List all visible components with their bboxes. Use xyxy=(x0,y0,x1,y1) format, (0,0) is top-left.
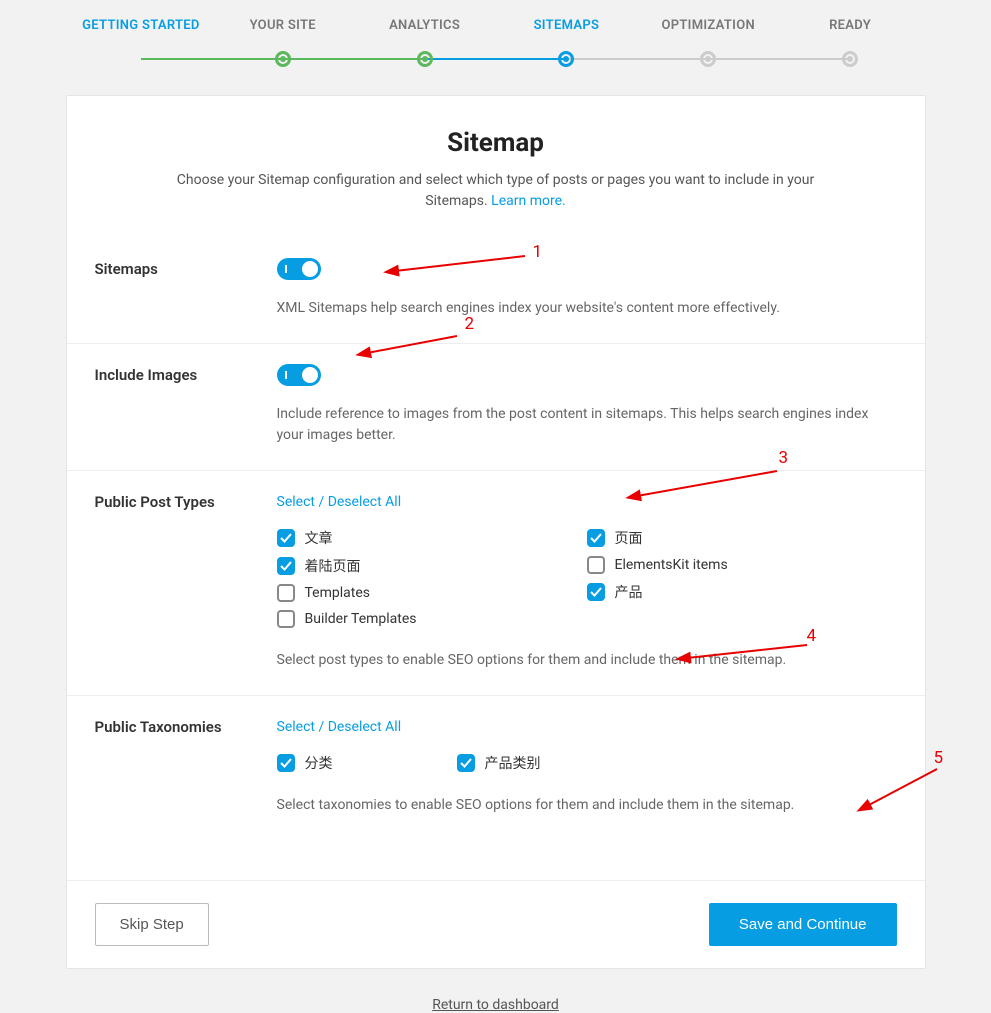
checkbox[interactable] xyxy=(277,754,295,772)
wizard-card: Sitemap Choose your Sitemap configuratio… xyxy=(66,95,926,969)
cb-row: 着陆页面 xyxy=(277,556,587,576)
learn-more-link[interactable]: Learn more. xyxy=(491,193,566,209)
wizard-stepper: GETTING STARTED YOUR SITE ANALYTICS SITE… xyxy=(0,0,991,67)
cb-row: Templates xyxy=(277,584,587,602)
section-post-types: Public Post Types Select / Deselect All … xyxy=(67,470,925,695)
post-types-select-all[interactable]: Select / Deselect All xyxy=(277,494,402,510)
checkbox[interactable] xyxy=(277,557,295,575)
section-sitemaps: Sitemaps XML Sitemaps help search engine… xyxy=(67,238,925,343)
cb-row: 页面 xyxy=(587,528,897,548)
checkbox[interactable] xyxy=(277,529,295,547)
save-continue-button[interactable]: Save and Continue xyxy=(709,903,897,946)
post-types-col2: 页面 ElementsKit items 产品 xyxy=(587,520,897,636)
return-dashboard-link[interactable]: Return to dashboard xyxy=(0,997,991,1013)
section-include-images: Include Images Include reference to imag… xyxy=(67,343,925,470)
cb-row: Builder Templates xyxy=(277,610,587,628)
page-title: Sitemap xyxy=(67,128,925,158)
checkbox[interactable] xyxy=(457,754,475,772)
include-images-toggle[interactable] xyxy=(277,364,321,386)
step-ready[interactable]: READY xyxy=(779,18,921,67)
section-taxonomies: Public Taxonomies Select / Deselect All … xyxy=(67,695,925,840)
cb-row: 文章 xyxy=(277,528,587,548)
taxonomies-select-all[interactable]: Select / Deselect All xyxy=(277,719,402,735)
card-footer: Skip Step Save and Continue xyxy=(67,880,925,968)
cb-row: ElementsKit items xyxy=(587,556,897,574)
cb-row: 产品 xyxy=(587,582,897,602)
checkbox[interactable] xyxy=(587,583,605,601)
cb-row: 产品类别 xyxy=(457,753,897,773)
cb-row: 分类 xyxy=(277,753,457,773)
checkbox[interactable] xyxy=(587,556,605,574)
checkbox[interactable] xyxy=(277,584,295,602)
post-types-col1: 文章 着陆页面 Templates Builder Templates xyxy=(277,520,587,636)
checkbox[interactable] xyxy=(277,610,295,628)
sitemaps-toggle[interactable] xyxy=(277,258,321,280)
page-subtitle: Choose your Sitemap configuration and se… xyxy=(147,170,845,212)
skip-step-button[interactable]: Skip Step xyxy=(95,903,209,946)
checkbox[interactable] xyxy=(587,529,605,547)
